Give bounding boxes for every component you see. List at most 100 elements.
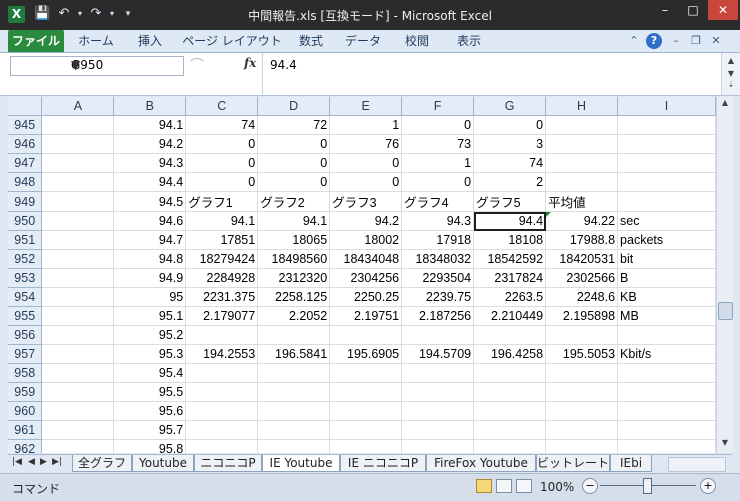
row-header[interactable]: 955 bbox=[8, 306, 43, 326]
cell-h960[interactable] bbox=[545, 401, 619, 421]
cell-i956[interactable] bbox=[617, 325, 716, 345]
cell-a953[interactable] bbox=[41, 268, 115, 288]
cell-d948[interactable]: 0 bbox=[257, 172, 331, 192]
sheet-tab-ie-youtube[interactable]: IE Youtube bbox=[262, 455, 340, 472]
column-header-a[interactable]: A bbox=[41, 97, 115, 116]
tab-data[interactable]: データ bbox=[338, 30, 388, 52]
cell-g946[interactable]: 3 bbox=[473, 134, 547, 154]
cell-i949[interactable] bbox=[617, 191, 716, 212]
cell-d952[interactable]: 18498560 bbox=[257, 249, 331, 269]
cell-e959[interactable] bbox=[329, 382, 403, 402]
cell-d956[interactable] bbox=[257, 325, 331, 345]
cell-d951[interactable]: 18065 bbox=[257, 230, 331, 250]
cell-d949[interactable]: グラフ2 bbox=[257, 191, 331, 212]
cell-f947[interactable]: 1 bbox=[401, 153, 475, 173]
cell-i958[interactable] bbox=[617, 363, 716, 383]
horizontal-scrollbar[interactable] bbox=[668, 457, 726, 472]
first-sheet-icon[interactable]: |◀ bbox=[12, 457, 22, 467]
cell-d960[interactable] bbox=[257, 401, 331, 421]
cell-g947[interactable]: 74 bbox=[473, 153, 547, 173]
cell-b950[interactable]: 94.6 bbox=[113, 211, 187, 231]
cell-i961[interactable] bbox=[617, 420, 716, 440]
cell-g952[interactable]: 18542592 bbox=[473, 249, 547, 269]
row-header[interactable]: 960 bbox=[8, 401, 43, 421]
spreadsheet-grid[interactable]: A B C D E F G H I 945 94.1 74 72 1 0 0 946 94.2 0… bbox=[8, 97, 716, 453]
cell-b951[interactable]: 94.7 bbox=[113, 230, 187, 250]
cell-g955[interactable]: 2.210449 bbox=[473, 306, 547, 326]
cell-a952[interactable] bbox=[41, 249, 115, 269]
cell-e960[interactable] bbox=[329, 401, 403, 421]
zoom-slider-thumb[interactable] bbox=[643, 478, 652, 494]
cell-c945[interactable]: 74 bbox=[185, 115, 259, 135]
vertical-scroll-thumb[interactable] bbox=[718, 302, 733, 320]
cell-d945[interactable]: 72 bbox=[257, 115, 331, 135]
cell-f960[interactable] bbox=[401, 401, 475, 421]
cell-g956[interactable] bbox=[473, 325, 547, 345]
normal-view-button[interactable] bbox=[476, 479, 492, 493]
cell-a951[interactable] bbox=[41, 230, 115, 250]
cell-e945[interactable]: 1 bbox=[329, 115, 403, 135]
cell-h953[interactable]: 2302566 bbox=[545, 268, 619, 288]
cell-i946[interactable] bbox=[617, 134, 716, 154]
cell-f950[interactable]: 94.3 bbox=[401, 211, 475, 231]
cell-b958[interactable]: 95.4 bbox=[113, 363, 187, 383]
cell-c961[interactable] bbox=[185, 420, 259, 440]
cell-g953[interactable]: 2317824 bbox=[473, 268, 547, 288]
column-header-b[interactable]: B bbox=[113, 97, 187, 116]
prev-sheet-icon[interactable]: ◀ bbox=[28, 457, 35, 467]
row-header[interactable]: 953 bbox=[8, 268, 43, 288]
last-sheet-icon[interactable]: ▶| bbox=[52, 457, 62, 467]
cell-c954[interactable]: 2231.375 bbox=[185, 287, 259, 307]
tab-insert[interactable]: 挿入 bbox=[128, 30, 172, 52]
cell-c958[interactable] bbox=[185, 363, 259, 383]
scroll-up-icon[interactable]: ▲ bbox=[717, 98, 733, 112]
cell-h954[interactable]: 2248.6 bbox=[545, 287, 619, 307]
cell-g950[interactable]: 94.4 bbox=[473, 211, 547, 231]
cell-d961[interactable] bbox=[257, 420, 331, 440]
column-header-g[interactable]: G bbox=[473, 97, 547, 116]
cell-g945[interactable]: 0 bbox=[473, 115, 547, 135]
cell-e958[interactable] bbox=[329, 363, 403, 383]
cell-b957[interactable]: 95.3 bbox=[113, 344, 187, 364]
select-all-corner[interactable] bbox=[8, 97, 43, 116]
cell-c956[interactable] bbox=[185, 325, 259, 345]
cell-e952[interactable]: 18434048 bbox=[329, 249, 403, 269]
cell-a946[interactable] bbox=[41, 134, 115, 154]
cell-h951[interactable]: 17988.8 bbox=[545, 230, 619, 250]
cell-i951[interactable]: packets bbox=[617, 230, 716, 250]
sheet-tab-all-graphs[interactable]: 全グラフ bbox=[72, 455, 132, 472]
cell-c953[interactable]: 2284928 bbox=[185, 268, 259, 288]
next-sheet-icon[interactable]: ▶ bbox=[40, 457, 47, 467]
row-header[interactable]: 957 bbox=[8, 344, 43, 364]
cell-d955[interactable]: 2.2052 bbox=[257, 306, 331, 326]
cell-d953[interactable]: 2312320 bbox=[257, 268, 331, 288]
cell-d954[interactable]: 2258.125 bbox=[257, 287, 331, 307]
cell-f957[interactable]: 194.5709 bbox=[401, 344, 475, 364]
cell-i950[interactable]: sec bbox=[617, 211, 716, 231]
sheet-tab-firefox-youtube[interactable]: FireFox Youtube bbox=[426, 455, 536, 472]
cell-b949[interactable]: 94.5 bbox=[113, 191, 187, 212]
cell-f955[interactable]: 2.187256 bbox=[401, 306, 475, 326]
row-header[interactable]: 959 bbox=[8, 382, 43, 402]
sheet-tab-niconico[interactable]: ニコニコP bbox=[194, 455, 262, 472]
undo-dropdown-icon[interactable]: ▾ bbox=[72, 6, 88, 22]
sheet-tab-ie-niconico[interactable]: IE ニコニコP bbox=[340, 455, 426, 472]
cell-g958[interactable] bbox=[473, 363, 547, 383]
tab-file[interactable]: ファイル bbox=[8, 30, 64, 52]
row-header[interactable]: 954 bbox=[8, 287, 43, 307]
sheet-tab-youtube[interactable]: Youtube bbox=[132, 455, 194, 472]
page-break-view-button[interactable] bbox=[516, 479, 532, 493]
undo-icon[interactable]: ↶ bbox=[56, 6, 72, 22]
cell-a955[interactable] bbox=[41, 306, 115, 326]
cell-f949[interactable]: グラフ4 bbox=[401, 191, 475, 212]
cell-e953[interactable]: 2304256 bbox=[329, 268, 403, 288]
cell-d958[interactable] bbox=[257, 363, 331, 383]
column-header-e[interactable]: E bbox=[329, 97, 403, 116]
cell-c946[interactable]: 0 bbox=[185, 134, 259, 154]
page-layout-view-button[interactable] bbox=[496, 479, 512, 493]
cell-h955[interactable]: 2.195898 bbox=[545, 306, 619, 326]
cell-g959[interactable] bbox=[473, 382, 547, 402]
cell-i947[interactable] bbox=[617, 153, 716, 173]
cell-d957[interactable]: 196.5841 bbox=[257, 344, 331, 364]
cell-b956[interactable]: 95.2 bbox=[113, 325, 187, 345]
